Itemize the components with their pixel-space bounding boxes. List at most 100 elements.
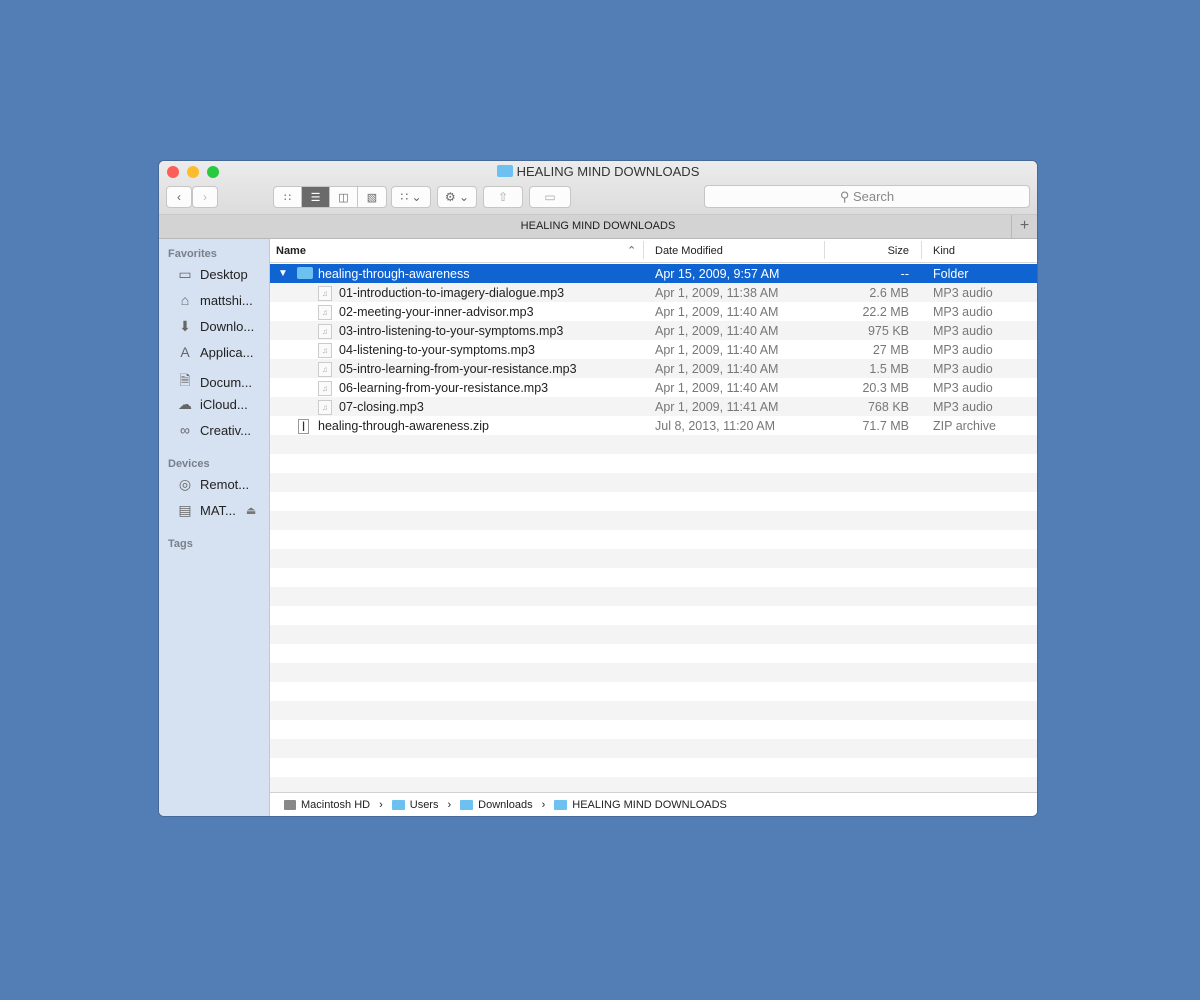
file-kind: MP3 audio bbox=[933, 381, 993, 395]
list-view-button[interactable]: ☰ bbox=[302, 187, 330, 207]
file-name: 03-intro-listening-to-your-symptoms.mp3 bbox=[339, 324, 564, 338]
empty-row bbox=[270, 606, 1037, 625]
file-name: 07-closing.mp3 bbox=[339, 400, 424, 414]
audio-file-icon: ♫ bbox=[318, 324, 332, 339]
audio-file-icon: ♫ bbox=[318, 305, 332, 320]
sidebar-item-label: mattshi... bbox=[200, 292, 253, 308]
file-size: 22.2 MB bbox=[862, 305, 909, 319]
devices-heading: Devices bbox=[168, 458, 210, 470]
file-name: healing-through-awareness.zip bbox=[318, 419, 489, 433]
tag-button[interactable]: ▭ bbox=[529, 186, 571, 208]
forward-button[interactable]: › bbox=[192, 186, 218, 208]
sidebar: Favorites ▭ Desktop ⌂ mattshi... ⬇ Downlo... A… bbox=[159, 239, 270, 816]
date-modified: Apr 1, 2009, 11:38 AM bbox=[655, 286, 779, 300]
folder-icon bbox=[297, 267, 313, 279]
sidebar-item-label: Creativ... bbox=[200, 422, 252, 438]
icloud-icon: ☁ bbox=[178, 396, 192, 412]
sidebar-item[interactable]: ◎ Remot... bbox=[176, 476, 249, 493]
file-size: 1.5 MB bbox=[869, 362, 909, 376]
cover-flow-button[interactable]: ▧ bbox=[358, 187, 386, 207]
file-name: 01-introduction-to-imagery-dialogue.mp3 bbox=[339, 286, 565, 300]
finder-window: HEALING MIND DOWNLOADS ‹ › ∷ ☰ ◫ ▧ ∷ ⌄ ⚙… bbox=[159, 161, 1037, 816]
eject-icon[interactable]: ⏏ bbox=[246, 504, 256, 517]
date-modified: Apr 1, 2009, 11:41 AM bbox=[655, 400, 779, 414]
empty-row bbox=[270, 720, 1037, 739]
sidebar-item[interactable]: ▭ Desktop bbox=[176, 266, 247, 283]
date-modified: Apr 15, 2009, 9:57 AM bbox=[655, 267, 780, 281]
empty-row bbox=[270, 758, 1037, 777]
column-kind[interactable]: Kind bbox=[933, 245, 955, 257]
column-size[interactable]: Size bbox=[888, 245, 909, 257]
sidebar-item[interactable]: ▤ MAT... ⏏ bbox=[176, 502, 256, 519]
table-row[interactable]: ▼ healing-through-awareness Apr 15, 2009, … bbox=[270, 264, 1037, 283]
date-modified: Apr 1, 2009, 11:40 AM bbox=[655, 381, 779, 395]
sidebar-item[interactable]: ☁ iCloud... bbox=[176, 396, 248, 413]
empty-row bbox=[270, 625, 1037, 644]
path-segment[interactable]: Macintosh HD bbox=[301, 799, 370, 811]
empty-row bbox=[270, 549, 1037, 568]
table-row[interactable]: ♫ 06-learning-from-your-resistance.mp3 Apr… bbox=[270, 378, 1037, 397]
search-icon: ⚲ bbox=[839, 189, 853, 204]
sidebar-item-label: Applica... bbox=[200, 344, 254, 360]
sidebar-item-label: iCloud... bbox=[200, 397, 248, 412]
column-header: Name ⌃ Date Modified Size Kind bbox=[270, 239, 1037, 263]
sort-ascending-icon: ⌃ bbox=[627, 245, 637, 257]
new-tab-button[interactable]: + bbox=[1011, 215, 1037, 238]
share-button[interactable]: ⇧ bbox=[483, 186, 523, 208]
folder-icon bbox=[554, 799, 568, 810]
applications-icon: A bbox=[180, 344, 190, 360]
path-segment[interactable]: HEALING MIND DOWNLOADS bbox=[572, 799, 727, 811]
documents-icon: 🗎 bbox=[179, 372, 191, 388]
file-name: 05-intro-learning-from-your-resistance.m… bbox=[339, 362, 577, 376]
file-kind: MP3 audio bbox=[933, 362, 993, 376]
sidebar-item[interactable]: A Applica... bbox=[176, 344, 253, 360]
sidebar-item-label: Downlo... bbox=[200, 319, 255, 334]
file-size: 2.6 MB bbox=[869, 286, 909, 300]
audio-file-icon: ♫ bbox=[318, 381, 332, 396]
column-view-button[interactable]: ◫ bbox=[330, 187, 358, 207]
empty-row bbox=[270, 473, 1037, 492]
back-button[interactable]: ‹ bbox=[166, 186, 192, 208]
table-row[interactable]: ♫ 01-introduction-to-imagery-dialogue.mp3… bbox=[270, 283, 1037, 302]
action-gear-button[interactable]: ⚙ ⌄ bbox=[437, 186, 477, 208]
sidebar-item-label: Remot... bbox=[200, 477, 250, 492]
toolbar: HEALING MIND DOWNLOADS ‹ › ∷ ☰ ◫ ▧ ∷ ⌄ ⚙… bbox=[159, 161, 1037, 215]
folder-icon bbox=[460, 799, 474, 810]
column-date-modified[interactable]: Date Modified bbox=[655, 245, 723, 257]
file-kind: MP3 audio bbox=[933, 400, 993, 414]
file-kind: MP3 audio bbox=[933, 324, 993, 338]
zip-file-icon: ┃ bbox=[298, 419, 309, 434]
sidebar-item[interactable]: ∞ Creativ... bbox=[176, 422, 251, 438]
icon-view-button[interactable]: ∷ bbox=[274, 187, 302, 207]
table-row[interactable]: ♫ 07-closing.mp3 Apr 1, 2009, 11:41 AM 768 … bbox=[270, 397, 1037, 416]
file-list: Name ⌃ Date Modified Size Kind ▼ healing-… bbox=[270, 239, 1037, 792]
table-row[interactable]: ♫ 05-intro-learning-from-your-resistance.… bbox=[270, 359, 1037, 378]
path-segment[interactable]: Downloads bbox=[478, 799, 532, 811]
file-kind: ZIP archive bbox=[933, 419, 996, 433]
table-row[interactable]: ┃ healing-through-awareness.zip Jul 8, 201… bbox=[270, 416, 1037, 435]
disclosure-triangle-icon[interactable]: ▼ bbox=[278, 268, 288, 279]
sidebar-item[interactable]: ⌂ mattshi... bbox=[176, 292, 253, 308]
date-modified: Apr 1, 2009, 11:40 AM bbox=[655, 324, 779, 338]
path-segment[interactable]: Users bbox=[410, 799, 439, 811]
chevron-right-icon: › bbox=[447, 798, 452, 811]
sidebar-item-label: MAT... bbox=[200, 503, 236, 518]
empty-row bbox=[270, 511, 1037, 530]
empty-row bbox=[270, 663, 1037, 682]
drive-icon: ▤ bbox=[178, 502, 192, 518]
table-row[interactable]: ♫ 02-meeting-your-inner-advisor.mp3 Apr 1,… bbox=[270, 302, 1037, 321]
tab-current[interactable]: HEALING MIND DOWNLOADS bbox=[521, 220, 676, 232]
favorites-heading: Favorites bbox=[168, 248, 217, 260]
file-name: healing-through-awareness bbox=[318, 267, 470, 281]
search-input[interactable]: ⚲ Search bbox=[704, 185, 1030, 208]
column-name[interactable]: Name bbox=[276, 245, 306, 257]
arrange-button[interactable]: ∷ ⌄ bbox=[391, 186, 431, 208]
sidebar-item[interactable]: ⬇ Downlo... bbox=[176, 318, 254, 335]
audio-file-icon: ♫ bbox=[318, 400, 332, 415]
empty-row bbox=[270, 587, 1037, 606]
table-row[interactable]: ♫ 04-listening-to-your-symptoms.mp3 Apr 1,… bbox=[270, 340, 1037, 359]
sidebar-item[interactable]: 🗎 Docum... bbox=[176, 370, 252, 394]
chevron-right-icon: › bbox=[541, 798, 546, 811]
table-row[interactable]: ♫ 03-intro-listening-to-your-symptoms.mp3… bbox=[270, 321, 1037, 340]
file-size: -- bbox=[900, 267, 909, 281]
